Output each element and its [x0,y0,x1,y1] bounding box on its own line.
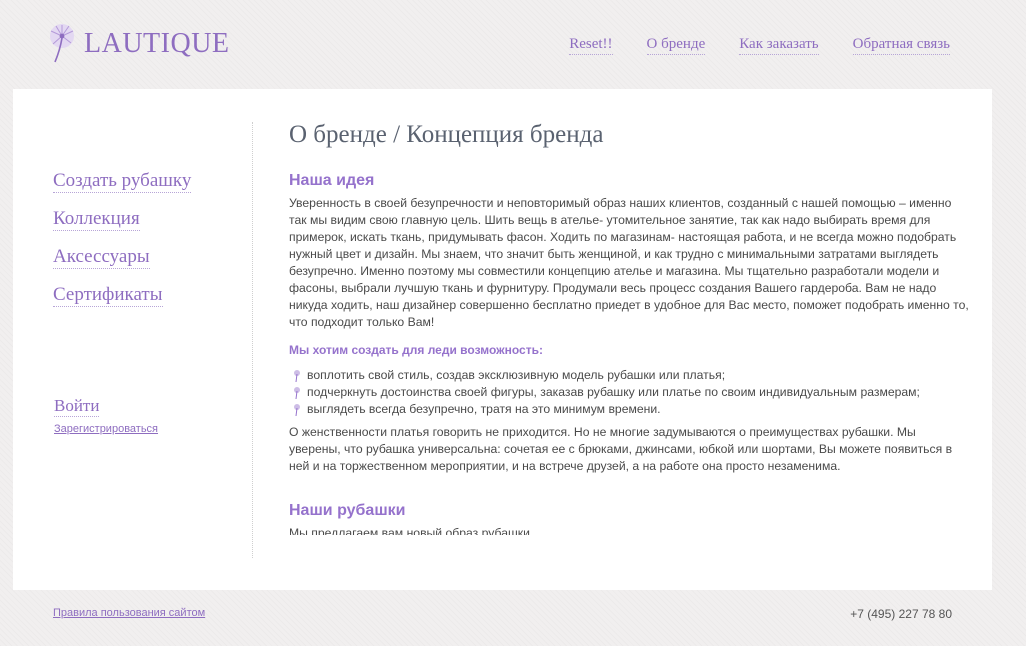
subheading-possibilities: Мы хотим создать для леди возможность: [289,343,543,357]
content-area: О бренде / Концепция бренда Наша идея Ув… [289,119,969,537]
list-item: воплотить свой стиль, создав эксклюзивну… [293,367,969,384]
list-item: выглядеть всегда безупречно, тратя на эт… [293,401,969,418]
dandelion-bullet-icon [294,403,300,416]
sidebar-item-accessories[interactable]: Аксессуары [53,246,150,269]
list-item-text: выглядеть всегда безупречно, тратя на эт… [307,402,661,416]
section-heading-our-shirts: Наши рубашки [289,502,406,519]
list-item: подчеркнуть достоинства своей фигуры, за… [293,384,969,401]
top-navigation: Reset!! О бренде Как заказать Обратная с… [569,36,950,55]
logo-text: LAUTIQUE [84,28,230,59]
clipped-text-container: Мы предлагаем вам новый образ рубашки [289,525,969,535]
phone-number: +7 (495) 227 78 80 [850,607,952,621]
nav-reset[interactable]: Reset!! [569,36,613,55]
vertical-divider [252,122,253,558]
main-panel: Создать рубашку Коллекция Аксессуары Сер… [13,89,992,590]
page-title: О бренде / Концепция бренда [289,121,604,148]
login-link[interactable]: Войти [54,396,100,417]
terms-link[interactable]: Правила пользования сайтом [53,607,205,619]
paragraph-intro: Уверенность в своей безупречности и непо… [289,196,969,329]
section-heading-our-idea: Наша идея [289,172,375,189]
dandelion-bullet-icon [294,386,300,399]
site-logo[interactable]: LAUTIQUE [42,22,230,66]
paragraph-our-shirts: Мы предлагаем вам новый образ рубашки [289,526,530,535]
sidebar-item-collection[interactable]: Коллекция [53,208,140,231]
dandelion-icon [50,24,74,63]
nav-about-brand[interactable]: О бренде [646,36,706,55]
list-item-text: воплотить свой стиль, создав эксклюзивну… [307,368,726,382]
nav-feedback[interactable]: Обратная связь [852,36,950,55]
sidebar: Создать рубашку Коллекция Аксессуары Сер… [53,170,192,307]
possibilities-list: воплотить свой стиль, создав эксклюзивну… [293,367,969,418]
paragraph-shirt-benefits: О женственности платья говорить не прихо… [289,425,953,473]
sidebar-item-certificates[interactable]: Сертификаты [53,284,163,307]
nav-how-to-order[interactable]: Как заказать [739,36,819,55]
dandelion-bullet-icon [294,369,300,382]
sidebar-item-create-shirt[interactable]: Создать рубашку [53,170,192,193]
list-item-text: подчеркнуть достоинства своей фигуры, за… [307,385,920,399]
register-link[interactable]: Зарегистрироваться [54,423,158,435]
login-block: Войти Зарегистрироваться [54,396,158,436]
